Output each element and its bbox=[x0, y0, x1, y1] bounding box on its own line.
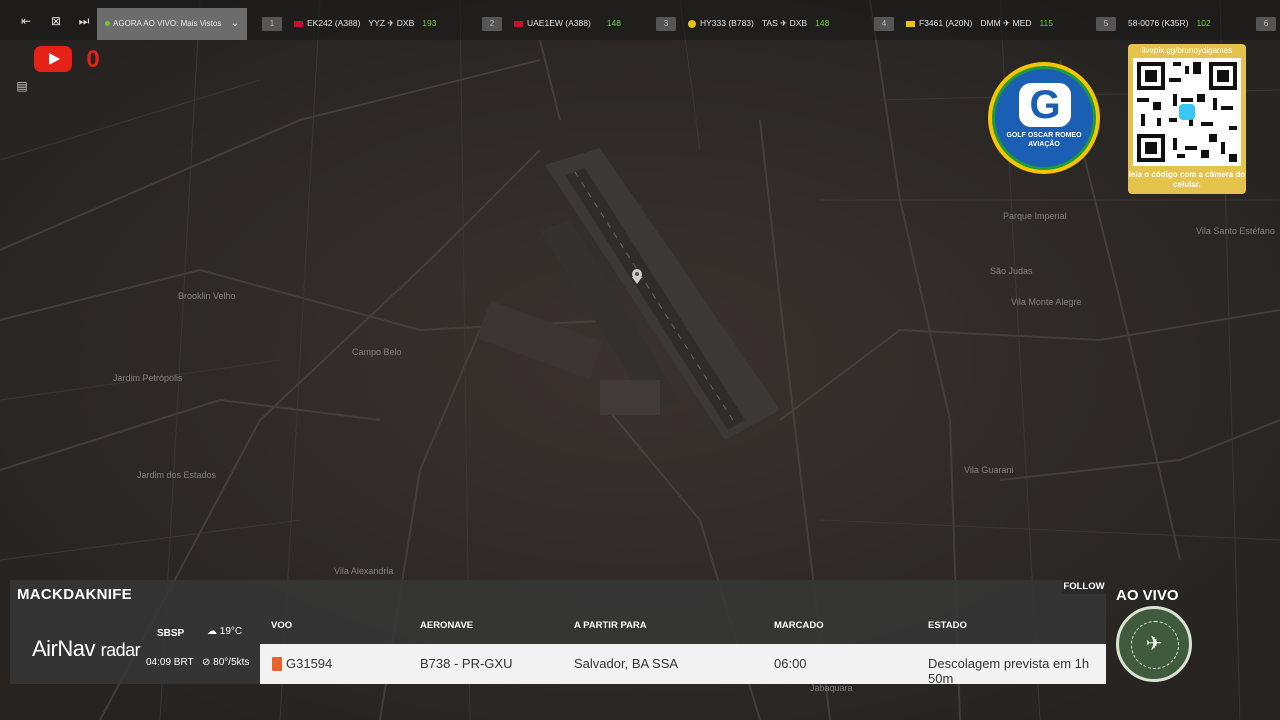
top-flight-item[interactable]: 6 bbox=[1256, 15, 1276, 31]
channel-badge-logo: ✈ bbox=[1116, 606, 1192, 682]
flight-callsign: HY333 (B783) bbox=[700, 18, 754, 28]
qr-caption: leia o código com a câmera do celular. bbox=[1128, 170, 1246, 189]
plane-icon: ✈ bbox=[1145, 633, 1163, 655]
temperature: ☁ 19°C bbox=[207, 626, 242, 637]
now-live-label: AGORA AO VIVO: Mais Vistos bbox=[113, 19, 222, 28]
top-flight-item[interactable]: 2 UAE1EW (A388) 148 bbox=[482, 15, 621, 31]
brand-main: AirNav bbox=[32, 636, 96, 661]
flag-icon bbox=[906, 20, 915, 27]
youtube-count: 0 bbox=[86, 46, 100, 73]
skip-icon[interactable]: ⏭ bbox=[76, 13, 92, 29]
map-label: Vila Alexandria bbox=[334, 566, 394, 576]
map-label: Jardim dos Estados bbox=[137, 470, 217, 480]
row-status: Descolagem prevista em 1h 50m bbox=[928, 656, 1090, 686]
airnav-flight-panel: MACKDAKNIFE FOLLOW AirNav radar SBSP 04:… bbox=[10, 580, 1106, 686]
map-label: Parque Imperial bbox=[1003, 211, 1067, 221]
map-label: Campo Belo bbox=[352, 347, 402, 357]
map-label: São Judas bbox=[990, 266, 1033, 276]
live-dot-icon bbox=[105, 21, 110, 27]
map-label: Jardim Petrópolis bbox=[113, 373, 183, 383]
rank-badge: 5 bbox=[1096, 17, 1116, 31]
airline-icon bbox=[272, 657, 282, 671]
rank-badge: 1 bbox=[262, 17, 282, 31]
flight-callsign: UAE1EW (A388) bbox=[527, 18, 591, 28]
map-label: Brooklin Velho bbox=[178, 291, 236, 301]
map-label: Vila Santo Estéfano bbox=[1196, 226, 1275, 236]
flag-icon bbox=[688, 19, 696, 28]
rank-badge: 6 bbox=[1256, 17, 1276, 31]
top-flight-item[interactable]: 1 EK242 (A388) YYZ ✈ DXB 193 bbox=[262, 15, 436, 31]
viewer-count: 148 bbox=[606, 18, 621, 28]
chevron-down-icon: ⌄ bbox=[230, 18, 239, 29]
map-label: Vila Guarani bbox=[964, 465, 1014, 475]
map-label: Vila Monte Alegre bbox=[1011, 297, 1082, 307]
viewer-count: 193 bbox=[422, 18, 437, 28]
flight-route: YYZ ✈ DXB bbox=[368, 18, 415, 28]
gor-logo-text: GOLF OSCAR ROMEO AVIAÇÃO bbox=[995, 131, 1093, 149]
flight-callsign: 58-0076 (K35R) bbox=[1128, 18, 1189, 28]
wind-value: 80°/5kts bbox=[213, 657, 250, 668]
local-time: 04:09 BRT bbox=[146, 657, 194, 668]
livepix-qr-card: livepix.gg/brunoydigames leia o código c… bbox=[1128, 44, 1246, 194]
flight-row[interactable]: G31594 B738 - PR-GXU Salvador, BA SSA 06… bbox=[260, 644, 1106, 686]
gor-line1: GOLF OSCAR ROMEO bbox=[1006, 132, 1082, 139]
gor-logo-inner: G GOLF OSCAR ROMEO AVIAÇÃO bbox=[992, 66, 1096, 170]
streamer-username: MACKDAKNIFE bbox=[17, 586, 132, 603]
flag-icon bbox=[514, 20, 523, 27]
header-status: ESTADO bbox=[928, 620, 967, 631]
viewer-count: 102 bbox=[1196, 18, 1211, 28]
header-aircraft: AERONAVE bbox=[420, 620, 474, 631]
top-flight-item[interactable]: 5 58-0076 (K35R) 102 bbox=[1096, 15, 1211, 31]
wind-icon: ⊘ bbox=[202, 657, 211, 668]
now-live-dropdown[interactable]: AGORA AO VIVO: Mais Vistos ⌄ bbox=[97, 8, 247, 40]
temperature-value: 19°C bbox=[219, 626, 243, 637]
brand-sub: radar bbox=[100, 640, 141, 660]
close-panel-icon[interactable]: ⊠ bbox=[48, 13, 64, 29]
rank-badge: 2 bbox=[482, 17, 502, 31]
ao-vivo-label: AO VIVO bbox=[1116, 587, 1179, 604]
airnav-radar-logo: AirNav radar bbox=[32, 636, 141, 662]
flight-callsign: EK242 (A388) bbox=[307, 18, 361, 28]
top-flight-item[interactable]: 4 F3461 (A20N) DMM ✈ MED 115 bbox=[874, 15, 1053, 31]
rank-badge: 3 bbox=[656, 17, 676, 31]
header-from-to: A PARTIR PARA bbox=[574, 620, 647, 631]
row-aircraft: B738 - PR-GXU bbox=[420, 656, 513, 671]
qr-code-icon bbox=[1133, 58, 1241, 166]
flag-icon bbox=[294, 20, 303, 27]
top-flights-bar: ⇤ ⊠ ⏭ AGORA AO VIVO: Mais Vistos ⌄ 1 EK24… bbox=[0, 0, 1280, 40]
gor-g-icon: G bbox=[1019, 83, 1071, 127]
qr-url: livepix.gg/brunoydigames bbox=[1141, 46, 1233, 55]
row-scheduled: 06:00 bbox=[774, 656, 807, 671]
viewer-count: 148 bbox=[815, 18, 830, 28]
row-from-to: Salvador, BA SSA bbox=[574, 656, 679, 671]
flight-route: DMM ✈ MED bbox=[980, 18, 1032, 28]
map-label: Jabaquara bbox=[810, 683, 853, 693]
header-scheduled: MARCADO bbox=[774, 620, 824, 631]
golf-oscar-romeo-logo: G GOLF OSCAR ROMEO AVIAÇÃO bbox=[988, 62, 1100, 174]
header-flight: VOO bbox=[271, 620, 293, 631]
follow-button[interactable]: FOLLOW bbox=[1062, 580, 1106, 594]
gor-line2: AVIAÇÃO bbox=[1028, 141, 1060, 148]
weather-icon: ☁ bbox=[207, 626, 217, 637]
rank-badge: 4 bbox=[874, 17, 894, 31]
youtube-icon[interactable] bbox=[34, 46, 72, 72]
top-flight-item[interactable]: 3 HY333 (B783) TAS ✈ DXB 148 bbox=[656, 15, 829, 31]
viewer-count: 115 bbox=[1039, 18, 1053, 28]
collapse-icon[interactable]: ⇤ bbox=[18, 13, 34, 29]
flight-route: TAS ✈ DXB bbox=[761, 18, 808, 28]
list-icon[interactable]: ▤ bbox=[14, 78, 30, 94]
row-flight: G31594 bbox=[286, 656, 333, 671]
airport-code: SBSP bbox=[157, 628, 185, 639]
wind: ⊘ 80°/5kts bbox=[202, 657, 249, 668]
qr-code-graphic bbox=[1133, 58, 1241, 166]
flight-callsign: F3461 (A20N) bbox=[919, 18, 973, 28]
